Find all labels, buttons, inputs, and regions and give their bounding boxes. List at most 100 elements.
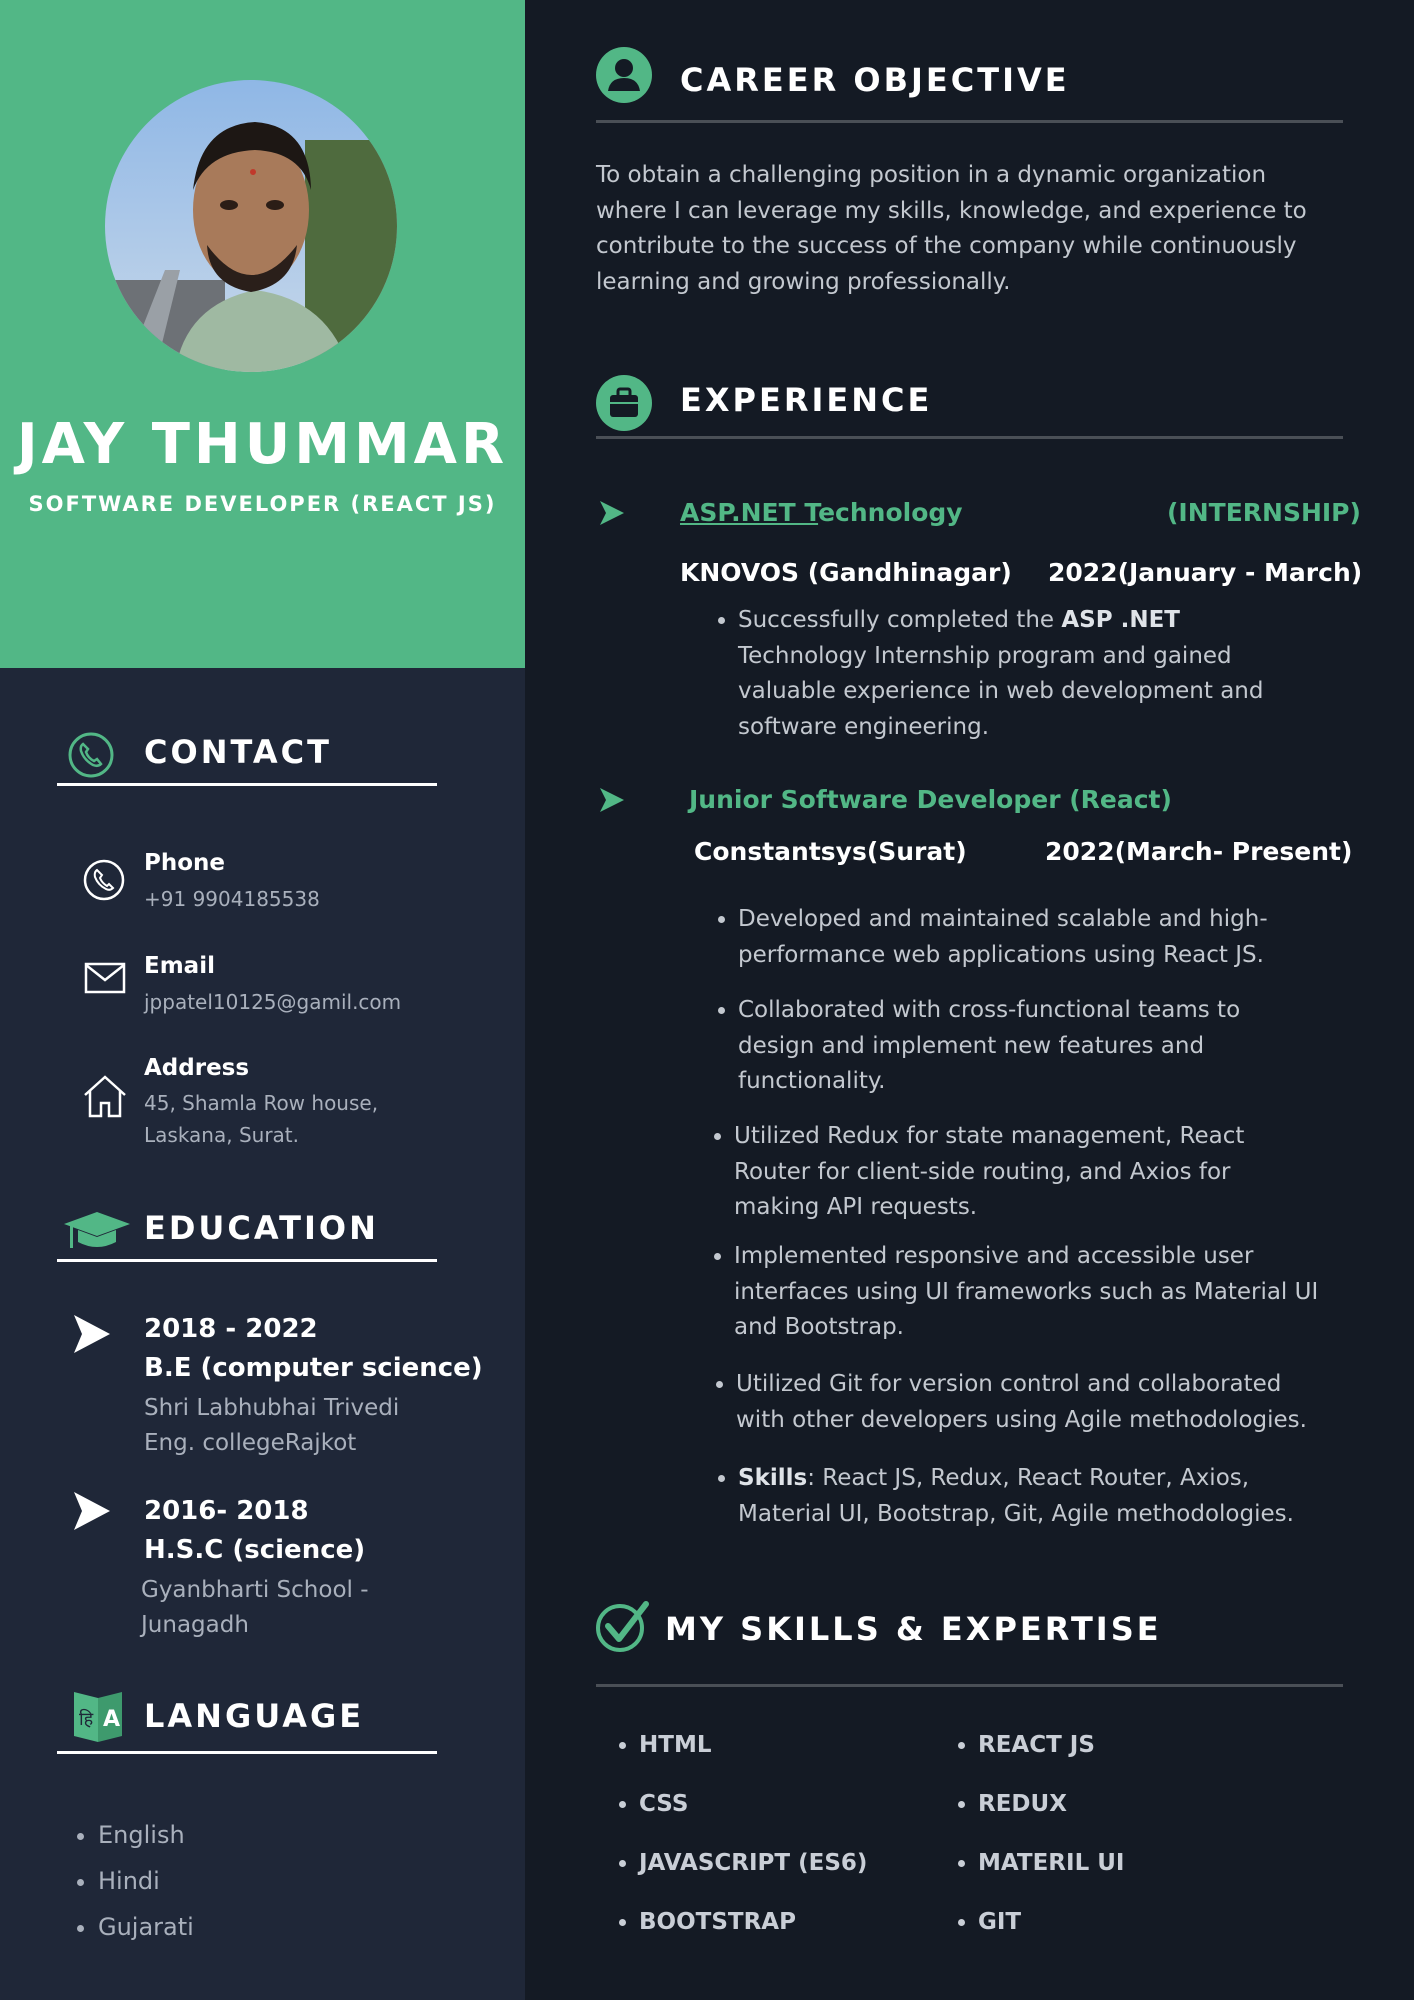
- job-2-bullet-group-5: Utilized Git for version control and col…: [714, 1367, 1386, 1438]
- bullet-line: Utilized Redux for state management, Rea…: [734, 1123, 1245, 1149]
- objective-line-2: where I can leverage my skills, knowledg…: [596, 198, 1307, 224]
- language-divider: [57, 1751, 437, 1754]
- skills-line-2: Material UI, Bootstrap, Git, Agile metho…: [738, 1500, 1294, 1527]
- job-1-title-rest: echnology: [818, 498, 963, 527]
- job-2-bullet-group-2: Collaborated with cross-functional teams…: [716, 993, 1378, 1100]
- job-1-title-underlined: ASP.NET T: [680, 498, 819, 527]
- language-item: Gujarati: [98, 1904, 194, 1950]
- job-2-bullet-group-4: Implemented responsive and accessible us…: [712, 1239, 1384, 1346]
- experience-heading: EXPERIENCE: [680, 381, 933, 419]
- phone-circle-icon: [68, 732, 114, 778]
- skills-column-2: REACT JS REDUX MATERIL UI GIT: [956, 1730, 1124, 1966]
- user-icon: [596, 47, 652, 103]
- arrow-icon: [74, 1492, 110, 1530]
- briefcase-icon: [596, 375, 652, 431]
- translate-icon: हि A: [74, 1692, 122, 1742]
- pointer-icon: [600, 501, 624, 525]
- job-2-period: 2022(March- Present): [1045, 837, 1353, 866]
- skill-item: JAVASCRIPT (ES6): [639, 1848, 867, 1907]
- phone-value: +91 9904185538: [144, 887, 320, 911]
- objective-line-1: To obtain a challenging position in a dy…: [596, 162, 1267, 188]
- address-line-1: 45, Shamla Row house,: [144, 1091, 379, 1115]
- phone-icon: [83, 859, 125, 901]
- objective-heading: CAREER OBJECTIVE: [680, 61, 1070, 99]
- skills-divider: [596, 1684, 1343, 1687]
- education-degree-2: H.S.C (science): [144, 1535, 366, 1565]
- profile-photo: [105, 80, 397, 372]
- home-icon: [84, 1075, 126, 1118]
- objective-line-4: learning and growing professionally.: [596, 269, 1011, 295]
- job-1-company: KNOVOS (Gandhinagar): [680, 558, 1012, 587]
- bullet-line: Developed and maintained scalable and hi…: [738, 906, 1268, 932]
- skill-item: CSS: [639, 1789, 867, 1848]
- skill-item: HTML: [639, 1730, 867, 1789]
- svg-text:A: A: [103, 1707, 120, 1732]
- bullet-line: functionality.: [738, 1068, 886, 1094]
- contact-divider: [57, 783, 437, 786]
- education-school-1-line-1: Shri Labhubhai Trivedi: [144, 1395, 400, 1421]
- education-school-2-line-2: Junagadh: [141, 1612, 249, 1638]
- phone-label: Phone: [144, 850, 226, 876]
- education-degree-1: B.E (computer science): [144, 1353, 483, 1383]
- language-item: Hindi: [98, 1858, 194, 1904]
- candidate-role: SOFTWARE DEVELOPER (REACT JS): [28, 492, 497, 516]
- bullet-line: with other developers using Agile method…: [736, 1406, 1307, 1433]
- arrow-icon: [74, 1315, 110, 1353]
- language-list: English Hindi Gujarati: [70, 1812, 194, 1950]
- svg-text:हि: हि: [79, 1708, 94, 1730]
- job-1-period: 2022(January - March): [1048, 558, 1363, 587]
- education-school-2-line-1: Gyanbharti School -: [141, 1577, 369, 1603]
- objective-divider: [596, 120, 1343, 123]
- bullet-line: Collaborated with cross-functional teams…: [738, 997, 1241, 1023]
- job-1-title: ASP.NET Technology: [680, 498, 963, 527]
- language-heading: LANGUAGE: [144, 1697, 365, 1735]
- mail-icon: [84, 962, 126, 994]
- profile-header: JAY THUMMAR SOFTWARE DEVELOPER (REACT JS…: [0, 0, 525, 668]
- job-2-company: Constantsys(Surat): [694, 837, 967, 866]
- job-1-bullet-prefix: Successfully completed the: [738, 607, 1062, 633]
- bullet-line: Utilized Git for version control and col…: [736, 1371, 1282, 1397]
- skills-label: Skills: [738, 1465, 808, 1491]
- job-2-skills-bullet: Skills: React JS, Redux, React Router, A…: [738, 1461, 1388, 1532]
- education-divider: [57, 1259, 437, 1262]
- pointer-icon: [600, 788, 624, 812]
- graduation-cap-icon: [64, 1212, 130, 1248]
- skill-item: MATERIL UI: [978, 1848, 1124, 1907]
- education-school-1-line-2: Eng. collegeRajkot: [144, 1430, 357, 1456]
- job-2-title: Junior Software Developer (React): [689, 785, 1172, 814]
- education-years-2: 2016- 2018: [144, 1496, 309, 1526]
- job-2-bullet: Utilized Redux for state management, Rea…: [734, 1119, 1374, 1226]
- job-2-bullet: Developed and maintained scalable and hi…: [738, 902, 1378, 973]
- job-2-skills: Skills: React JS, Redux, React Router, A…: [716, 1461, 1388, 1532]
- job-2-bullet: Collaborated with cross-functional teams…: [738, 993, 1378, 1100]
- job-1-bullet-line: Technology Internship program and gained: [738, 642, 1232, 669]
- job-2-bullet-group-3: Utilized Redux for state management, Rea…: [712, 1119, 1374, 1226]
- job-1-bullet-bold: ASP .NET: [1061, 607, 1180, 633]
- email-label: Email: [144, 953, 215, 979]
- job-1-bullet-line: valuable experience in web development a…: [738, 678, 1264, 704]
- skill-item: REACT JS: [978, 1730, 1124, 1789]
- check-circle-icon: [596, 1601, 649, 1652]
- language-item: English: [98, 1812, 194, 1858]
- bullet-line: design and implement new features and: [738, 1032, 1205, 1059]
- job-1-bullet: Successfully completed the ASP .NET Techn…: [738, 603, 1378, 745]
- job-1-bullets: Successfully completed the ASP .NET Techn…: [716, 603, 1378, 745]
- objective-line-3: contribute to the success of the company…: [596, 233, 1297, 259]
- education-years-1: 2018 - 2022: [144, 1314, 318, 1344]
- skill-item: BOOTSTRAP: [639, 1907, 867, 1966]
- contact-heading: CONTACT: [144, 733, 332, 771]
- bullet-line: interfaces using UI frameworks such as M…: [734, 1278, 1319, 1305]
- bullet-line: Router for client-side routing, and Axio…: [734, 1158, 1231, 1185]
- skill-item: REDUX: [978, 1789, 1124, 1848]
- skills-column-1: HTML CSS JAVASCRIPT (ES6) BOOTSTRAP: [617, 1730, 867, 1966]
- candidate-name: JAY THUMMAR: [16, 412, 509, 477]
- job-2-bullet-group-1: Developed and maintained scalable and hi…: [716, 902, 1378, 973]
- job-2-bullet: Utilized Git for version control and col…: [736, 1367, 1386, 1438]
- skill-item: GIT: [978, 1907, 1124, 1966]
- job-1-type: (INTERNSHIP): [1167, 498, 1361, 527]
- experience-divider: [596, 436, 1343, 439]
- bullet-line: Implemented responsive and accessible us…: [734, 1243, 1254, 1269]
- email-value: jppatel10125@gamil.com: [144, 990, 402, 1014]
- bullet-line: and Bootstrap.: [734, 1314, 904, 1340]
- education-heading: EDUCATION: [144, 1209, 379, 1247]
